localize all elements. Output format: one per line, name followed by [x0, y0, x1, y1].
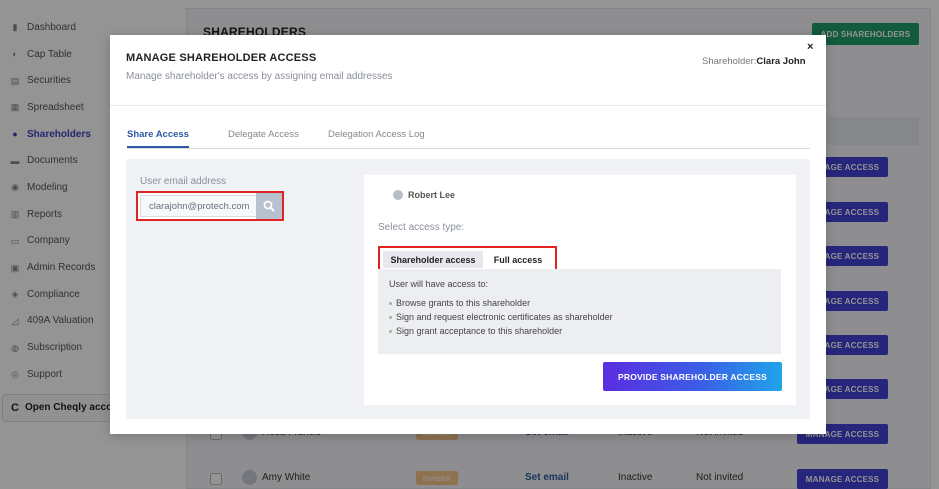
search-button[interactable]	[256, 193, 282, 219]
avatar	[393, 190, 403, 200]
info-item-text: Browse grants to this shareholder	[396, 298, 531, 308]
shareholder-access-option[interactable]: Shareholder access	[383, 251, 483, 268]
tab-delegate-access[interactable]: Delegate Access	[228, 129, 299, 146]
bullet-icon	[389, 301, 392, 305]
tab-delegation-access-log[interactable]: Delegation Access Log	[328, 129, 425, 146]
bullet-icon	[389, 329, 392, 333]
access-info-box: User will have access to: Browse grants …	[378, 269, 781, 354]
shareholder-label: Shareholder:	[702, 56, 757, 67]
email-search-highlight	[136, 191, 284, 221]
provide-shareholder-access-button[interactable]: PROVIDE SHAREHOLDER ACCESS	[603, 362, 782, 391]
info-item: Browse grants to this shareholder	[389, 298, 530, 308]
email-field[interactable]	[140, 195, 257, 217]
modal-tabs: Share Access Delegate Access Delegation …	[127, 127, 810, 149]
manage-shareholder-access-modal: MANAGE SHAREHOLDER ACCESS Manage shareho…	[110, 35, 826, 434]
info-title: User will have access to:	[389, 279, 489, 289]
close-icon[interactable]: ×	[807, 41, 813, 53]
shareholder-name: Clara John	[756, 56, 806, 67]
modal-title: MANAGE SHAREHOLDER ACCESS	[126, 52, 317, 64]
info-item: Sign and request electronic certificates…	[389, 312, 613, 322]
modal-subtitle: Manage shareholder's access by assigning…	[126, 71, 393, 82]
info-item-text: Sign and request electronic certificates…	[396, 312, 613, 322]
divider	[110, 105, 826, 106]
email-label: User email address	[140, 176, 227, 187]
access-card: Robert Lee Select access type: Sharehold…	[364, 175, 796, 405]
search-icon	[263, 200, 275, 212]
info-item: Sign grant acceptance to this shareholde…	[389, 326, 562, 336]
share-access-panel: User email address Robert Lee Select acc…	[126, 159, 810, 419]
tab-share-access[interactable]: Share Access	[127, 129, 189, 148]
found-user-name: Robert Lee	[408, 190, 456, 200]
info-item-text: Sign grant acceptance to this shareholde…	[396, 326, 563, 336]
access-type-label: Select access type:	[378, 222, 465, 233]
full-access-option[interactable]: Full access	[487, 251, 549, 268]
shareholder-info: Shareholder:Clara John	[702, 56, 806, 67]
found-user: Robert Lee	[393, 190, 455, 200]
bullet-icon	[389, 315, 392, 319]
